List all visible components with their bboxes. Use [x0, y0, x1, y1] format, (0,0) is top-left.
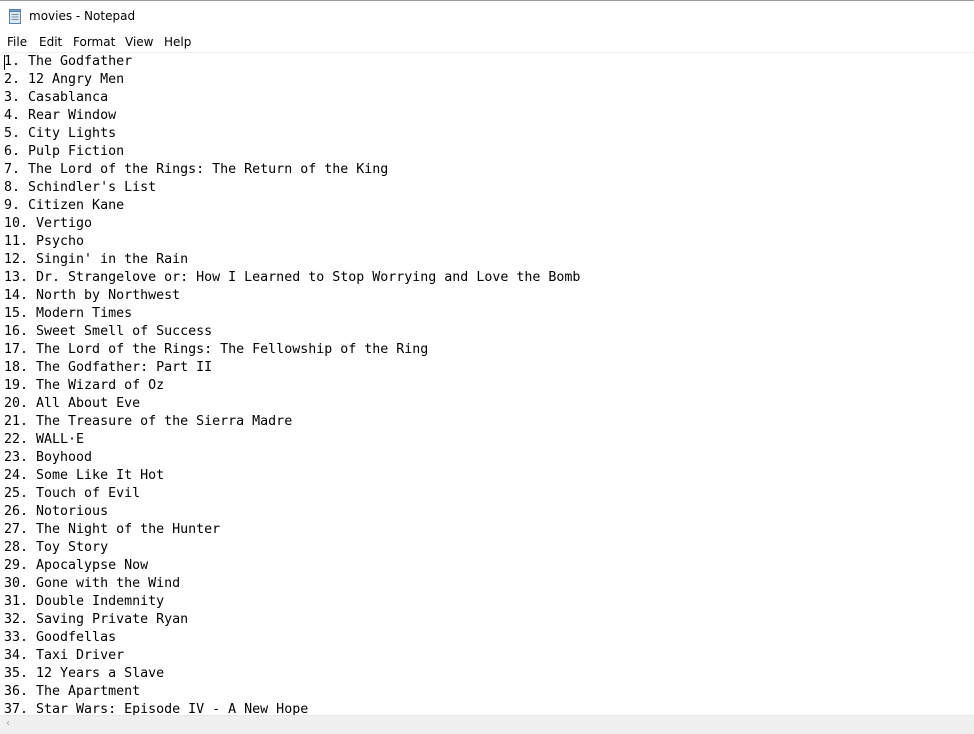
window-title: movies - Notepad	[29, 9, 136, 23]
text-line: 31. Double Indemnity	[4, 594, 165, 609]
menu-help[interactable]: Help	[164, 34, 191, 50]
text-caret	[4, 55, 5, 70]
text-line: 26. Notorious	[4, 504, 109, 519]
menu-edit[interactable]: Edit	[39, 34, 62, 50]
text-line: 7. The Lord of the Rings: The Return of …	[4, 162, 389, 177]
text-line: 29. Apocalypse Now	[4, 558, 149, 573]
text-line: 20. All About Eve	[4, 396, 141, 411]
menu-view[interactable]: View	[125, 34, 153, 50]
text-line: 22. WALL·E	[4, 432, 85, 447]
text-line: 23. Boyhood	[4, 450, 93, 465]
text-line: 5. City Lights	[4, 126, 117, 141]
text-line: 4. Rear Window	[4, 108, 117, 123]
text-line: 16. Sweet Smell of Success	[4, 324, 213, 339]
text-line: 25. Touch of Evil	[4, 486, 141, 501]
text-line: 34. Taxi Driver	[4, 648, 125, 663]
text-line: 21. The Treasure of the Sierra Madre	[4, 414, 293, 429]
text-line: 12. Singin' in the Rain	[4, 252, 189, 267]
menu-format[interactable]: Format	[73, 34, 115, 50]
text-line: 36. The Apartment	[4, 684, 141, 699]
text-line: 10. Vertigo	[4, 216, 93, 231]
text-line: 35. 12 Years a Slave	[4, 666, 165, 681]
text-line: 27. The Night of the Hunter	[4, 522, 221, 537]
notepad-icon	[9, 9, 21, 24]
text-line: 32. Saving Private Ryan	[4, 612, 189, 627]
menu-file[interactable]: File	[7, 34, 27, 50]
text-line: 9. Citizen Kane	[4, 198, 125, 213]
menu-bar: File Edit Format View Help	[0, 32, 974, 53]
horizontal-scrollbar[interactable]: ‹	[0, 715, 974, 732]
title-bar[interactable]: movies - Notepad	[0, 1, 974, 32]
text-line: 13. Dr. Strangelove or: How I Learned to…	[4, 270, 581, 285]
text-line: 8. Schindler's List	[4, 180, 157, 195]
text-line: 19. The Wizard of Oz	[4, 378, 165, 393]
text-line: 30. Gone with the Wind	[4, 576, 181, 591]
text-line: 33. Goodfellas	[4, 630, 117, 645]
text-line: 28. Toy Story	[4, 540, 109, 555]
text-line: 1. The Godfather	[4, 54, 133, 69]
text-line: 15. Modern Times	[4, 306, 133, 321]
text-line: 37. Star Wars: Episode IV - A New Hope	[4, 702, 309, 715]
text-line: 11. Psycho	[4, 234, 85, 249]
text-line: 6. Pulp Fiction	[4, 144, 125, 159]
text-editor[interactable]: 1. The Godfather 2. 12 Angry Men 3. Casa…	[0, 53, 974, 715]
text-line: 2. 12 Angry Men	[4, 72, 125, 87]
text-lines: 1. The Godfather 2. 12 Angry Men 3. Casa…	[4, 53, 580, 715]
scrollbar-thumb[interactable]	[18, 719, 948, 728]
text-line: 18. The Godfather: Part II	[4, 360, 213, 375]
notepad-window: movies - Notepad File Edit Format View H…	[0, 0, 974, 734]
text-line: 17. The Lord of the Rings: The Fellowshi…	[4, 342, 429, 357]
scroll-left-arrow-icon[interactable]: ‹	[3, 718, 13, 730]
text-line: 14. North by Northwest	[4, 288, 181, 303]
text-line: 3. Casablanca	[4, 90, 109, 105]
text-line: 24. Some Like It Hot	[4, 468, 165, 483]
